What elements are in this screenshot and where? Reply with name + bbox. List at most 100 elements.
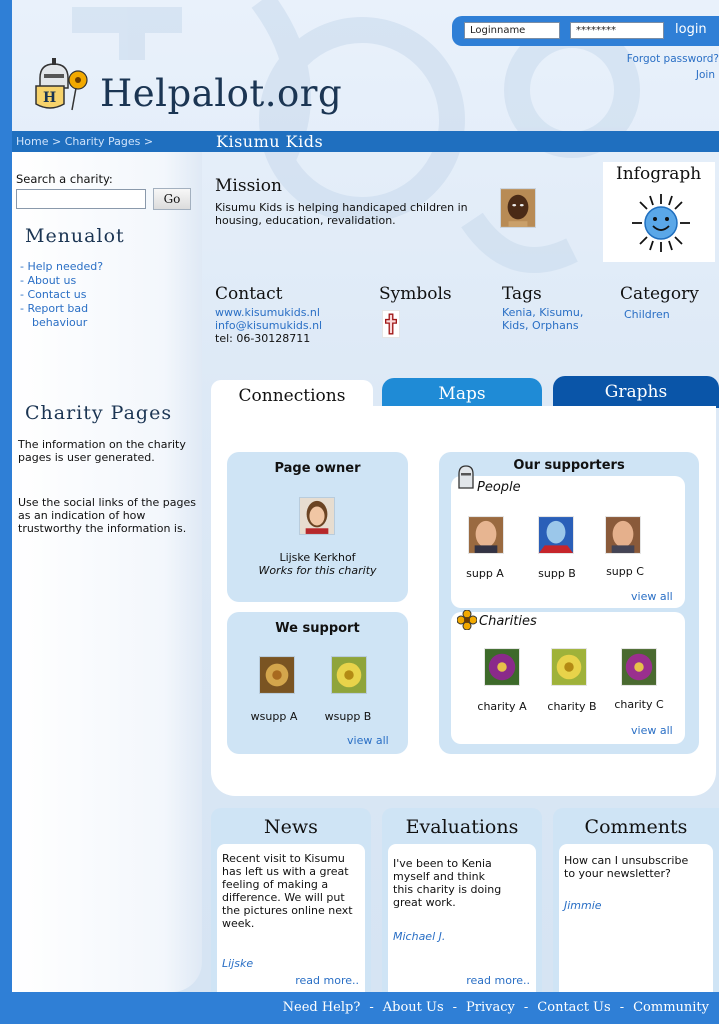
charity-c-label[interactable]: charity C <box>603 698 675 711</box>
charity-a-label[interactable]: charity A <box>466 700 538 713</box>
menu-item-help-needed[interactable]: - Help needed? <box>20 260 103 274</box>
wsupp-a-image[interactable] <box>259 656 295 694</box>
page-owner-title: Page owner <box>274 461 361 476</box>
menu-item-behaviour-label: behaviour <box>32 316 88 329</box>
go-button[interactable]: Go <box>153 188 191 210</box>
supp-a-avatar[interactable] <box>468 516 504 554</box>
tab-maps[interactable]: Maps <box>382 378 542 408</box>
smiling-sun-icon <box>632 194 690 252</box>
supp-c-avatar[interactable] <box>605 516 641 554</box>
owner-avatar[interactable] <box>299 497 335 535</box>
supp-c-label[interactable]: supp C <box>591 565 659 578</box>
evaluation-line: great work. <box>393 896 456 909</box>
footer-separator: - <box>452 1000 458 1015</box>
contact-email-link[interactable]: info@kisumukids.nl <box>215 319 322 332</box>
news-title: News <box>264 816 318 838</box>
charity-pages-title: Charity Pages <box>25 402 173 424</box>
page-owner-card: Page owner Lijske Kerkhof Works for this… <box>227 452 408 602</box>
menu-title: Menualot <box>25 225 125 247</box>
charity-b-image[interactable] <box>551 648 587 686</box>
password-input[interactable] <box>570 22 664 39</box>
site-canvas: H Helpalot.org Forgot password? Join Hom… <box>12 0 719 992</box>
contact-title: Contact <box>215 284 283 304</box>
people-view-all[interactable]: view all <box>631 590 673 603</box>
news-line: the pictures online next <box>222 904 353 917</box>
charity-search-input[interactable] <box>16 189 146 209</box>
breadcrumb[interactable]: Home > Charity Pages > <box>16 135 153 148</box>
wsupp-b-image[interactable] <box>331 656 367 694</box>
footer-link-about-us[interactable]: About Us <box>383 1000 444 1015</box>
footer-link-community[interactable]: Community <box>633 1000 709 1015</box>
flower-icon <box>457 610 477 630</box>
tags-line-2[interactable]: Kids, Orphans <box>502 319 579 332</box>
comment-author[interactable]: Jimmie <box>564 899 602 912</box>
news-body: Recent visit to Kisumu has left us with … <box>217 844 365 992</box>
charity-a-image[interactable] <box>484 648 520 686</box>
evaluations-box: Evaluations I've been to Kenia myself an… <box>382 808 542 992</box>
evaluation-author[interactable]: Michael J. <box>393 930 445 943</box>
news-box: News Recent visit to Kisumu has left us … <box>211 808 371 992</box>
footer-link-need-help[interactable]: Need Help? <box>283 1000 361 1015</box>
news-line: has left us with a great <box>222 865 349 878</box>
charities-label: Charities <box>479 614 537 629</box>
footer-link-privacy[interactable]: Privacy <box>466 1000 515 1015</box>
footer-nav: Need Help? - About Us - Privacy - Contact Us - C… <box>0 1000 719 1024</box>
infograph-panel[interactable]: Infograph <box>603 162 715 262</box>
supp-b-avatar[interactable] <box>538 516 574 554</box>
comment-line: to your newsletter? <box>564 867 671 880</box>
menu-item-report-bad[interactable]: - Report bad <box>20 302 103 316</box>
we-support-title: We support <box>275 621 360 636</box>
menu-item-about-us[interactable]: - About us <box>20 274 103 288</box>
charity-c-image[interactable] <box>621 648 657 686</box>
news-read-more[interactable]: read more.. <box>295 974 359 987</box>
login-bar: login <box>452 16 719 46</box>
page-title: Kisumu Kids <box>216 132 324 151</box>
news-line: difference. We will put <box>222 891 345 904</box>
contact-website-link[interactable]: www.kisumukids.nl <box>215 306 320 319</box>
evaluations-read-more[interactable]: read more.. <box>466 974 530 987</box>
comments-box: Comments How can I unsubscribe to your n… <box>553 808 719 992</box>
menu-item-contact-us[interactable]: - Contact us <box>20 288 103 302</box>
owner-name[interactable]: Lijske Kerkhof <box>227 551 408 564</box>
menu-list: - Help needed? - About us - Contact us -… <box>20 260 103 330</box>
sidebar-info-text: The information on the charity pages is … <box>18 438 186 464</box>
comments-title: Comments <box>584 816 688 838</box>
people-section: People supp A supp B supp C view all <box>451 465 685 608</box>
site-title[interactable]: Helpalot.org <box>100 72 342 115</box>
connections-panel: Page owner Lijske Kerkhof Works for this… <box>211 406 716 796</box>
login-name-input[interactable] <box>464 22 560 39</box>
login-button[interactable]: login <box>675 22 707 37</box>
mission-text: Kisumu Kids is helping handicaped childr… <box>215 201 468 227</box>
wsupp-b-label[interactable]: wsupp B <box>313 710 383 723</box>
cross-symbol-icon[interactable] <box>382 310 400 338</box>
charities-section: Charities charity A charity B charity C … <box>451 610 685 744</box>
tags-title: Tags <box>502 284 542 304</box>
footer-separator: - <box>523 1000 529 1015</box>
category-value-link[interactable]: Children <box>624 308 670 321</box>
svg-text:H: H <box>43 90 56 106</box>
join-link[interactable]: Join <box>696 69 715 81</box>
page-frame: H Helpalot.org Forgot password? Join Hom… <box>0 0 719 1024</box>
forgot-password-link[interactable]: Forgot password? <box>569 53 719 65</box>
supp-b-label[interactable]: supp B <box>523 567 591 580</box>
charities-view-all[interactable]: view all <box>631 724 673 737</box>
tags-line-1[interactable]: Kenia, Kisumu, <box>502 306 583 319</box>
news-line: week. <box>222 917 255 930</box>
evaluation-line: this charity is doing <box>393 883 502 896</box>
charity-b-label[interactable]: charity B <box>536 700 608 713</box>
footer-separator: - <box>619 1000 625 1015</box>
footer-link-contact-us[interactable]: Contact Us <box>537 1000 610 1015</box>
menu-item-behaviour[interactable]: behaviour <box>20 316 103 330</box>
evaluation-line: myself and think <box>393 870 486 883</box>
wsupp-a-label[interactable]: wsupp A <box>239 710 309 723</box>
evaluations-title: Evaluations <box>405 816 519 838</box>
helmet-logo-icon: H <box>35 58 88 111</box>
we-support-view-all[interactable]: view all <box>347 734 389 747</box>
tab-graphs[interactable]: Graphs <box>553 376 719 408</box>
sidebar: Search a charity: Go Menualot - Help nee… <box>12 152 202 992</box>
infograph-title: Infograph <box>616 164 702 184</box>
news-line: Recent visit to Kisumu <box>222 852 345 865</box>
supp-a-label[interactable]: supp A <box>451 567 519 580</box>
news-author[interactable]: Lijske <box>222 957 253 970</box>
sidebar-trust-text: Use the social links of the pages as an … <box>18 496 196 535</box>
